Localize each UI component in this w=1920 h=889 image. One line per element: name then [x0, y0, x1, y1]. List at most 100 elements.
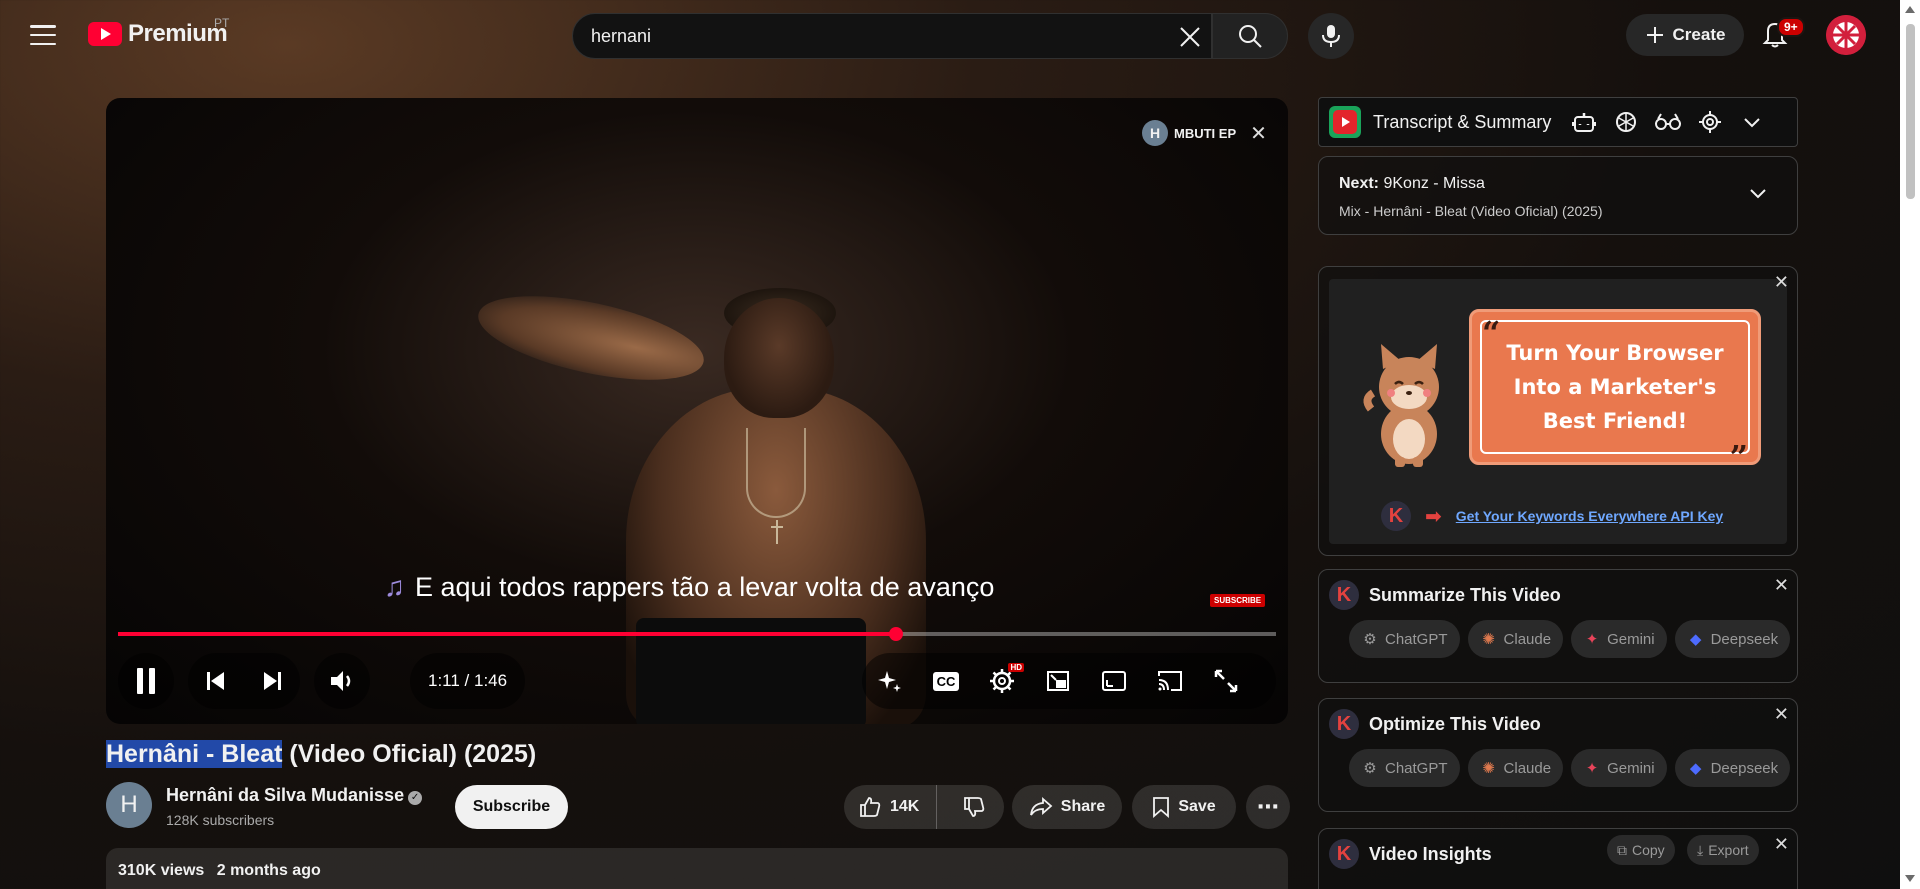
share-button[interactable]: Share — [1012, 785, 1122, 829]
thumbs-down-icon — [964, 797, 985, 817]
summarize-chatgpt-button[interactable]: ⚙ ChatGPT — [1349, 620, 1460, 658]
skip-previous-icon — [207, 672, 224, 690]
microphone-icon — [1322, 25, 1340, 47]
upload-age: 2 months ago — [216, 862, 321, 879]
volume-icon — [331, 671, 351, 691]
transcript-settings-button[interactable] — [1689, 101, 1731, 143]
share-icon — [1029, 797, 1053, 816]
chevron-down-icon — [1744, 118, 1760, 128]
previous-button[interactable] — [188, 653, 244, 709]
top-bar: Premium PT Create 9+ — [0, 0, 1920, 72]
subscribe-watermark[interactable]: SUBSCRIBE — [1210, 594, 1266, 607]
create-button[interactable]: Create — [1626, 14, 1744, 56]
theater-mode-button[interactable] — [1086, 653, 1142, 709]
channel-name-text: Hernâni da Silva Mudanisse — [166, 785, 405, 805]
close-icon[interactable]: ✕ — [1774, 705, 1789, 723]
dislike-button[interactable] — [945, 795, 1004, 819]
clear-search-icon[interactable] — [1175, 22, 1205, 52]
video-title-selected: Hernâni - Bleat — [106, 740, 283, 768]
next-up-box[interactable]: Next: 9Konz - Missa Mix - Hernâni - Blea… — [1318, 156, 1798, 235]
ai-assist-button[interactable] — [862, 653, 918, 709]
scroll-up-arrow-icon[interactable] — [1905, 6, 1915, 13]
export-button[interactable]: ⤓ Export — [1687, 835, 1759, 865]
close-icon[interactable]: ✕ — [1774, 835, 1789, 853]
summarize-gemini-button[interactable]: ✦ Gemini — [1571, 620, 1667, 658]
cast-icon — [1158, 671, 1182, 691]
video-frame-cross — [771, 520, 783, 544]
progress-bar[interactable] — [118, 627, 1276, 641]
search-input[interactable] — [591, 25, 1151, 47]
more-actions-button[interactable]: ⋯ — [1246, 785, 1290, 829]
ad-card[interactable]: “ Turn Your Browser Into a Marketer's Be… — [1469, 309, 1761, 476]
robot-button[interactable] — [1563, 101, 1605, 143]
optimize-chatgpt-button[interactable]: ⚙ ChatGPT — [1349, 749, 1460, 787]
account-avatar[interactable] — [1826, 15, 1866, 55]
keywords-everywhere-logo: K — [1329, 580, 1359, 610]
close-icon[interactable]: ✕ — [1774, 576, 1789, 594]
voice-search-button[interactable] — [1308, 13, 1354, 59]
ad-link-row: K ➡ Get Your Keywords Everywhere API Key — [1381, 501, 1723, 531]
theater-icon — [1102, 671, 1126, 691]
ai-label: Deepseek — [1710, 759, 1779, 777]
cc-icon: CC — [932, 671, 960, 691]
summarize-deepseek-button[interactable]: ◆ Deepseek — [1674, 620, 1791, 658]
captions-button[interactable]: CC — [918, 653, 974, 709]
copy-button[interactable]: ⧉ Copy — [1607, 835, 1675, 865]
optimize-claude-button[interactable]: ✺ Claude — [1467, 749, 1564, 787]
like-button[interactable]: 14K — [844, 785, 937, 829]
cast-button[interactable] — [1142, 653, 1198, 709]
next-button[interactable] — [244, 653, 300, 709]
optimize-gemini-button[interactable]: ✦ Gemini — [1571, 749, 1667, 787]
arrow-right-icon: ➡ — [1425, 505, 1442, 528]
search-button[interactable] — [1212, 13, 1288, 59]
close-icon[interactable]: ✕ — [1250, 121, 1267, 146]
description-box[interactable]: 310K views 2 months ago — [106, 848, 1288, 889]
scroll-thumb[interactable] — [1906, 24, 1915, 199]
channel-watermark[interactable]: H MBUTI EP ✕ — [1142, 120, 1267, 146]
channel-name[interactable]: Hernâni da Silva Mudanisse ✓ — [166, 785, 423, 806]
chevron-down-icon[interactable] — [1749, 187, 1767, 205]
ai-label: Gemini — [1607, 759, 1655, 777]
keywords-everywhere-logo: K — [1329, 839, 1359, 869]
mute-button[interactable] — [314, 653, 370, 709]
transcript-expand-button[interactable] — [1731, 101, 1773, 143]
miniplayer-button[interactable] — [1030, 653, 1086, 709]
save-button[interactable]: Save — [1132, 785, 1236, 829]
logo-text: Premium — [128, 20, 228, 47]
time-pill: 1:11 / 1:46 — [410, 653, 526, 709]
chatgpt-icon — [1616, 112, 1636, 132]
channel-avatar[interactable]: H — [106, 782, 152, 828]
next-playlist: Mix - Hernâni - Bleat (Video Oficial) (2… — [1339, 203, 1603, 219]
optimize-title: Optimize This Video — [1369, 713, 1541, 734]
menu-icon[interactable] — [30, 22, 56, 48]
fullscreen-button[interactable] — [1198, 653, 1254, 709]
fullscreen-icon — [1214, 669, 1238, 693]
pause-button[interactable] — [118, 653, 174, 709]
transcript-summary-bar[interactable]: Transcript & Summary — [1318, 97, 1798, 147]
optimize-deepseek-button[interactable]: ◆ Deepseek — [1674, 749, 1791, 787]
close-icon[interactable]: ✕ — [1774, 273, 1789, 291]
video-frame-chain — [746, 428, 806, 518]
glasses-button[interactable] — [1647, 101, 1689, 143]
more-icon: ⋯ — [1257, 794, 1279, 819]
video-frame-head — [724, 298, 834, 418]
api-key-link[interactable]: Get Your Keywords Everywhere API Key — [1456, 508, 1723, 524]
summarize-ai-buttons: ⚙ ChatGPT ✺ Claude ✦ Gemini ◆ Deepseek — [1349, 620, 1791, 658]
chatgpt-icon: ⚙ — [1363, 760, 1377, 777]
sparkle-icon — [878, 671, 901, 692]
chatgpt-button[interactable] — [1605, 101, 1647, 143]
video-player[interactable]: H MBUTI EP ✕ ♫ E aqui todos rappers tão … — [106, 98, 1288, 724]
ai-label: Claude — [1503, 630, 1552, 648]
video-frame-arm — [471, 279, 711, 397]
youtube-logo[interactable]: Premium — [88, 20, 228, 48]
right-controls-pill: CC HD — [862, 653, 1276, 709]
settings-button[interactable]: HD — [974, 653, 1030, 709]
summarize-claude-button[interactable]: ✺ Claude — [1467, 620, 1564, 658]
ad-inner: “ Turn Your Browser Into a Marketer's Be… — [1329, 279, 1787, 544]
scroll-down-arrow-icon[interactable] — [1905, 875, 1915, 882]
volume-pill — [314, 653, 370, 709]
like-dislike-group: 14K — [844, 785, 1004, 829]
ad-line-3: Best Friend! — [1542, 409, 1688, 433]
subscribe-button[interactable]: Subscribe — [455, 785, 568, 829]
page-scrollbar[interactable] — [1900, 0, 1920, 889]
